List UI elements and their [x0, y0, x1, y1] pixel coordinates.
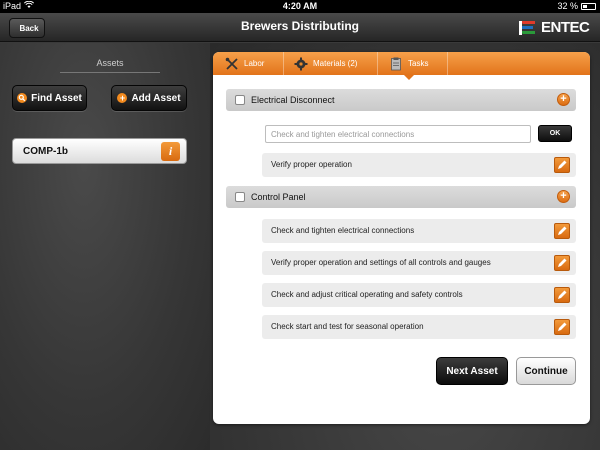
page-title: Brewers Distributing	[240, 19, 360, 33]
tools-icon	[225, 57, 238, 70]
entec-logo-icon	[519, 20, 535, 35]
clock: 4:20 AM	[282, 1, 318, 11]
continue-button[interactable]: Continue	[516, 357, 576, 385]
tab-labor-label: Labor	[244, 59, 265, 68]
asset-list-item[interactable]: COMP-1b i	[12, 138, 187, 164]
tab-tasks-label: Tasks	[408, 59, 429, 68]
task-text: Verify proper operation and settings of …	[271, 258, 491, 267]
add-asset-button[interactable]: + Add Asset	[111, 85, 187, 111]
clipboard-icon	[391, 57, 401, 70]
section-checkbox[interactable]	[235, 192, 245, 202]
task-text: Check start and test for seasonal operat…	[271, 322, 424, 331]
find-asset-button[interactable]: Find Asset	[12, 85, 87, 111]
section-title: Electrical Disconnect	[251, 95, 335, 105]
section-header-electrical-disconnect[interactable]: Electrical Disconnect +	[226, 89, 576, 111]
task-row[interactable]: Verify proper operation and settings of …	[262, 251, 576, 275]
tab-materials-label: Materials (2)	[313, 59, 358, 68]
section-header-control-panel[interactable]: Control Panel +	[226, 186, 576, 208]
task-row[interactable]: Check and adjust critical operating and …	[262, 283, 576, 307]
tab-materials[interactable]: Materials (2)	[294, 52, 357, 75]
pencil-icon[interactable]	[554, 319, 570, 335]
tab-divider	[283, 52, 284, 75]
tab-bar: Labor Materials (2) Tasks	[213, 52, 590, 75]
assets-divider	[60, 72, 160, 73]
add-task-icon[interactable]: +	[557, 190, 570, 203]
section-checkbox[interactable]	[235, 95, 245, 105]
entec-logo: ENTEC	[516, 15, 594, 40]
task-text: Check and tighten electrical connections	[271, 226, 415, 235]
new-task-row: OK	[262, 122, 576, 146]
battery-percent: 32 %	[557, 1, 578, 11]
task-text: Verify proper operation	[271, 160, 352, 169]
next-asset-button[interactable]: Next Asset	[436, 357, 508, 385]
ok-button[interactable]: OK	[538, 125, 572, 142]
task-card: Labor Materials (2) Tasks Electrical Dis…	[213, 52, 590, 424]
new-task-input[interactable]	[265, 125, 531, 143]
plus-circle-icon: +	[117, 93, 128, 103]
logo-text: ENTEC	[541, 19, 590, 36]
battery-icon	[581, 3, 596, 10]
add-task-icon[interactable]: +	[557, 93, 570, 106]
sidebar: Assets Find Asset + Add Asset COMP-1b i	[0, 43, 210, 450]
search-icon	[17, 93, 28, 103]
add-asset-label: Add Asset	[131, 92, 181, 104]
task-text: Check and adjust critical operating and …	[271, 290, 463, 299]
status-bar: iPad 4:20 AM 32 %	[0, 0, 600, 13]
task-row[interactable]: Check and tighten electrical connections	[262, 219, 576, 243]
gear-icon	[294, 57, 308, 70]
task-row[interactable]: Check start and test for seasonal operat…	[262, 315, 576, 339]
assets-heading: Assets	[96, 58, 124, 68]
find-asset-label: Find Asset	[31, 92, 82, 104]
tab-divider	[377, 52, 378, 75]
pencil-icon[interactable]	[554, 255, 570, 271]
tab-divider	[447, 52, 448, 75]
pencil-icon[interactable]	[554, 157, 570, 173]
info-icon[interactable]: i	[161, 142, 180, 161]
pencil-icon[interactable]	[554, 223, 570, 239]
task-row[interactable]: Verify proper operation	[262, 153, 576, 177]
asset-name: COMP-1b	[23, 146, 68, 157]
pencil-icon[interactable]	[554, 287, 570, 303]
active-tab-indicator	[403, 74, 415, 80]
section-title: Control Panel	[251, 192, 306, 202]
navigation-bar: Back Brewers Distributing ENTEC	[0, 13, 600, 42]
tab-labor[interactable]: Labor	[225, 52, 264, 75]
tab-tasks[interactable]: Tasks	[389, 52, 428, 75]
